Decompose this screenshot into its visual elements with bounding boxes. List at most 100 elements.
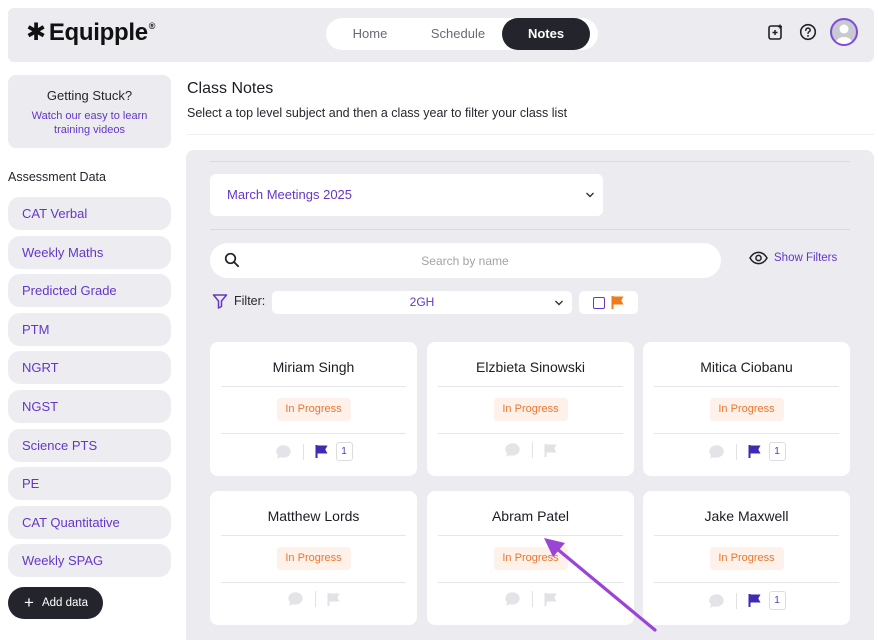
add-data-label: Add data [41, 597, 88, 609]
comment-icon[interactable] [275, 444, 292, 460]
eye-icon [749, 251, 768, 265]
meeting-select-value: March Meetings 2025 [227, 187, 353, 202]
student-name: Abram Patel [491, 508, 570, 524]
assessment-list: CAT Verbal Weekly Maths Predicted Grade … [8, 197, 171, 583]
logo-text: Equipple [48, 19, 148, 46]
divider [210, 161, 850, 162]
status-badge: In Progress [276, 547, 351, 570]
divider [221, 433, 406, 434]
flag-icon[interactable] [544, 443, 558, 458]
student-card[interactable]: Mitica Ciobanu In Progress 1 [643, 342, 850, 476]
separator [531, 442, 533, 458]
flag-count: 1 [335, 442, 353, 461]
sidebar-item-weekly-maths[interactable]: Weekly Maths [8, 235, 171, 269]
card-actions: 1 [643, 591, 850, 610]
divider [210, 229, 850, 230]
flag-count: 1 [768, 591, 786, 610]
app-header: ✱ Equipple ® Home Schedule Notes [8, 8, 874, 62]
training-videos-link[interactable]: Watch our easy to learn training videos [8, 109, 171, 137]
card-actions [427, 442, 634, 458]
flagged-filter-toggle[interactable] [579, 291, 638, 314]
divider [187, 134, 874, 135]
flag-count: 1 [768, 442, 786, 461]
flag-icon[interactable] [315, 444, 329, 459]
sidebar-item-cat-quantitative[interactable]: CAT Quantitative [8, 505, 171, 539]
sidebar-item-weekly-spag[interactable]: Weekly SPAG [8, 544, 171, 578]
search-icon [224, 252, 240, 273]
comment-icon[interactable] [287, 591, 304, 607]
sidebar-item-ngst[interactable]: NGST [8, 389, 171, 423]
sidebar-item-science-pts[interactable]: Science PTS [8, 428, 171, 462]
separator [302, 443, 304, 460]
divider [654, 433, 839, 434]
sidebar-item-pe[interactable]: PE [8, 467, 171, 501]
main-nav: Home Schedule Notes [326, 18, 598, 50]
sidebar-item-ptm[interactable]: PTM [8, 312, 171, 346]
status-badge: In Progress [709, 547, 784, 570]
card-actions: 1 [210, 442, 417, 461]
student-card[interactable]: Elzbieta Sinowski In Progress [427, 342, 634, 476]
tab-schedule[interactable]: Schedule [414, 18, 502, 50]
header-actions [766, 18, 858, 46]
sidebar-item-ngrt[interactable]: NGRT [8, 351, 171, 385]
flag-icon[interactable] [748, 593, 762, 608]
meeting-select[interactable]: March Meetings 2025 [210, 174, 603, 216]
flag-icon[interactable] [748, 444, 762, 459]
status-badge: In Progress [493, 398, 568, 421]
show-filters-button[interactable]: Show Filters [749, 251, 837, 265]
status-badge: In Progress [493, 547, 568, 570]
student-name: Miriam Singh [272, 359, 355, 375]
add-data-button[interactable]: + Add data [8, 587, 103, 619]
user-avatar[interactable] [830, 18, 858, 46]
comment-icon[interactable] [708, 593, 725, 609]
student-name: Mitica Ciobanu [700, 359, 793, 375]
divider [221, 582, 406, 583]
page: ✱ Equipple ® Home Schedule Notes Getting… [0, 0, 878, 640]
student-name: Elzbieta Sinowski [476, 359, 585, 375]
divider [438, 582, 623, 583]
comment-icon[interactable] [504, 442, 521, 458]
student-card[interactable]: Miriam Singh In Progress 1 [210, 342, 417, 476]
comment-icon[interactable] [504, 591, 521, 607]
plus-icon: + [24, 593, 34, 612]
card-actions: 1 [643, 442, 850, 461]
status-badge: In Progress [276, 398, 351, 421]
filter-icon [212, 294, 228, 309]
divider [438, 535, 623, 536]
sidebar-item-predicted-grade[interactable]: Predicted Grade [8, 274, 171, 308]
separator [735, 592, 737, 609]
search-field[interactable] [210, 243, 721, 278]
class-filter-value: 2GH [409, 295, 435, 309]
help-title: Getting Stuck? [46, 88, 133, 103]
class-filter-select[interactable]: 2GH [272, 291, 572, 314]
page-title: Class Notes [187, 80, 274, 97]
student-name: Jake Maxwell [704, 508, 789, 524]
student-card[interactable]: Matthew Lords In Progress [210, 491, 417, 625]
student-card[interactable]: Abram Patel In Progress [427, 491, 634, 625]
tab-notes[interactable]: Notes [502, 18, 590, 50]
chevron-down-icon [585, 174, 595, 233]
flag-icon[interactable] [544, 592, 558, 607]
flagged-checkbox[interactable] [592, 296, 605, 309]
show-filters-label: Show Filters [774, 252, 838, 264]
help-icon[interactable] [798, 22, 818, 42]
flag-icon [611, 296, 623, 309]
comment-icon[interactable] [708, 444, 725, 460]
logo[interactable]: ✱ Equipple ® [26, 19, 155, 47]
help-box: Getting Stuck? Watch our easy to learn t… [8, 75, 171, 148]
tab-home[interactable]: Home [326, 18, 414, 50]
flag-icon[interactable] [327, 592, 341, 607]
divider [221, 535, 406, 536]
divider [221, 386, 406, 387]
notes-panel: March Meetings 2025 Show Filters [186, 150, 874, 640]
card-actions [210, 591, 417, 607]
sidebar-item-cat-verbal[interactable]: CAT Verbal [8, 197, 171, 230]
divider [654, 535, 839, 536]
divider [654, 386, 839, 387]
card-actions [427, 591, 634, 607]
search-input[interactable] [250, 243, 680, 278]
student-card[interactable]: Jake Maxwell In Progress 1 [643, 491, 850, 625]
separator [735, 443, 737, 460]
add-note-icon[interactable] [766, 22, 786, 42]
divider [654, 582, 839, 583]
